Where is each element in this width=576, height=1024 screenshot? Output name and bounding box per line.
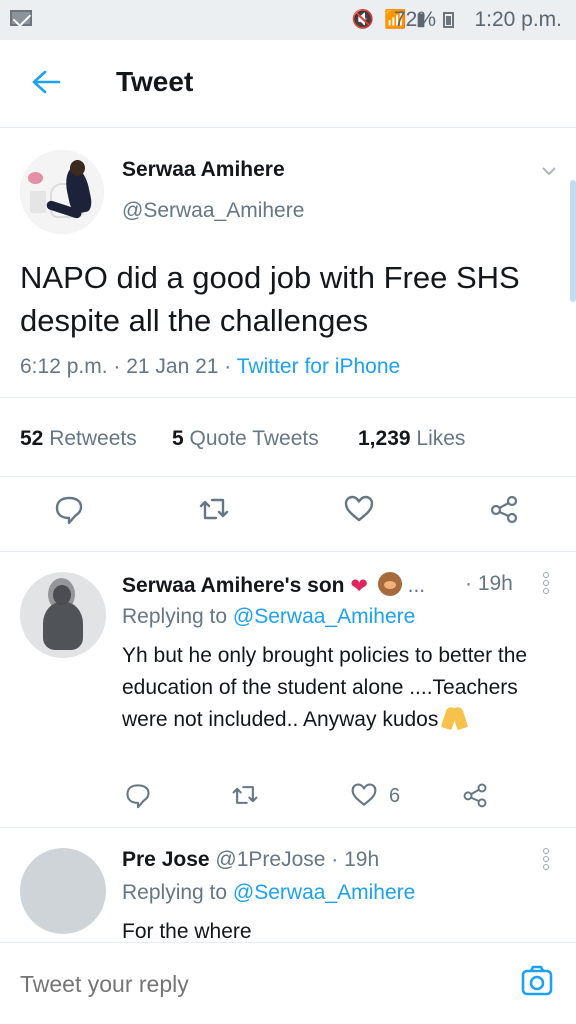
tweet-source-link[interactable]: Twitter for iPhone [237,355,400,378]
reply-text: Yh but he only brought policies to bette… [122,640,554,736]
tweet-menu-button[interactable] [541,163,557,179]
chevron-down-icon [542,167,556,176]
see-no-evil-monkey-icon [377,572,402,596]
retweet-icon [232,786,258,804]
metadata-separator: · [218,355,237,378]
status-time: 1:20 p.m. [474,8,562,31]
retweets-count: 52 [20,427,44,450]
tweet-timestamp: 6:12 p.m. · 21 Jan 21 [20,355,219,378]
battery-icon [443,12,454,28]
reply-author-name-text: Serwaa Amihere's son [122,574,345,597]
replying-to: Replying to @Serwaa_Amihere [122,605,415,629]
quote-tweets-count: 5 [172,427,184,450]
like-icon [351,783,377,806]
red-heart-icon: ❤ [350,575,368,598]
reply-like-button[interactable] [350,781,378,809]
tweet-stats: 52 Retweets 5 Quote Tweets 1,239 Likes [0,397,576,477]
replying-to-handle[interactable]: @Serwaa_Amihere [233,605,415,628]
replying-to-label: Replying to [122,881,228,904]
reply-icon [55,496,83,525]
like-icon [344,495,374,522]
share-icon [490,495,518,524]
retweets-stat[interactable]: 52 Retweets [20,427,137,451]
name-truncation: ... [407,574,426,597]
reply-menu-button[interactable] [543,572,551,600]
reply-retweet-button[interactable] [231,781,259,809]
folded-hands-icon [442,705,467,730]
share-button[interactable] [488,493,520,525]
tweet-text: NAPO did a good job with Free SHS despit… [20,260,520,338]
page-title: Tweet [116,66,194,97]
quote-tweets-stat[interactable]: 5 Quote Tweets [172,427,319,451]
replying-to-label: Replying to [122,605,228,628]
reply-author-name[interactable]: Serwaa Amihere's son ❤ ... [122,572,425,599]
reply-like-count: 6 [389,785,401,807]
reply-author-handle[interactable]: @1PreJose [215,848,325,871]
reply-time: · 19h [465,572,513,595]
reply-menu-button[interactable] [543,848,551,876]
share-icon [463,783,487,808]
arrow-left-icon [32,70,61,94]
reply-reply-button[interactable] [124,781,152,809]
main-tweet[interactable]: Serwaa Amihere @Serwaa_Amihere NAPO did … [0,128,576,552]
likes-label: Likes [416,427,466,450]
likes-stat[interactable]: 1,239 Likes [358,427,465,451]
reply-tweet[interactable]: Serwaa Amihere's son ❤ ... · 19h Replyin… [0,552,576,828]
retweet-button[interactable] [198,493,230,525]
camera-icon [521,965,553,996]
reply-author-avatar[interactable] [20,572,106,658]
tweet-header: Tweet [0,40,576,128]
reply-author-name[interactable]: Pre Jose @1PreJose · 19h [122,848,379,872]
reply-button[interactable] [53,493,85,525]
status-bar: 🔇 📶 ▮ 72% 1:20 p.m. [0,0,576,40]
reply-share-button[interactable] [461,781,489,809]
reply-icon [126,784,150,809]
tweet-reply-input[interactable] [20,971,490,998]
reply-author-avatar[interactable] [20,848,106,934]
reply-time: · 19h [331,848,380,871]
reply-author-name-text: Pre Jose [122,848,210,871]
quote-tweets-label: Quote Tweets [189,427,319,450]
back-button[interactable] [28,68,64,96]
retweets-label: Retweets [49,427,137,450]
like-button[interactable] [343,493,375,525]
likes-count: 1,239 [358,427,411,450]
camera-button[interactable] [520,965,554,997]
reply-tweet[interactable]: Pre Jose @1PreJose · 19h Replying to @Se… [0,828,576,943]
replying-to: Replying to @Serwaa_Amihere [122,881,415,905]
author-handle[interactable]: @Serwaa_Amihere [122,199,304,223]
battery-percentage: 72% [393,8,436,31]
tweet-metadata: 6:12 p.m. · 21 Jan 21 · Twitter for iPho… [20,355,400,379]
author-name[interactable]: Serwaa Amihere [122,158,285,182]
author-avatar[interactable] [20,150,104,234]
mail-icon [10,10,32,26]
scrollbar[interactable] [570,180,576,302]
retweet-icon [199,498,229,520]
replying-to-handle[interactable]: @Serwaa_Amihere [233,881,415,904]
reply-composer [0,942,576,1024]
